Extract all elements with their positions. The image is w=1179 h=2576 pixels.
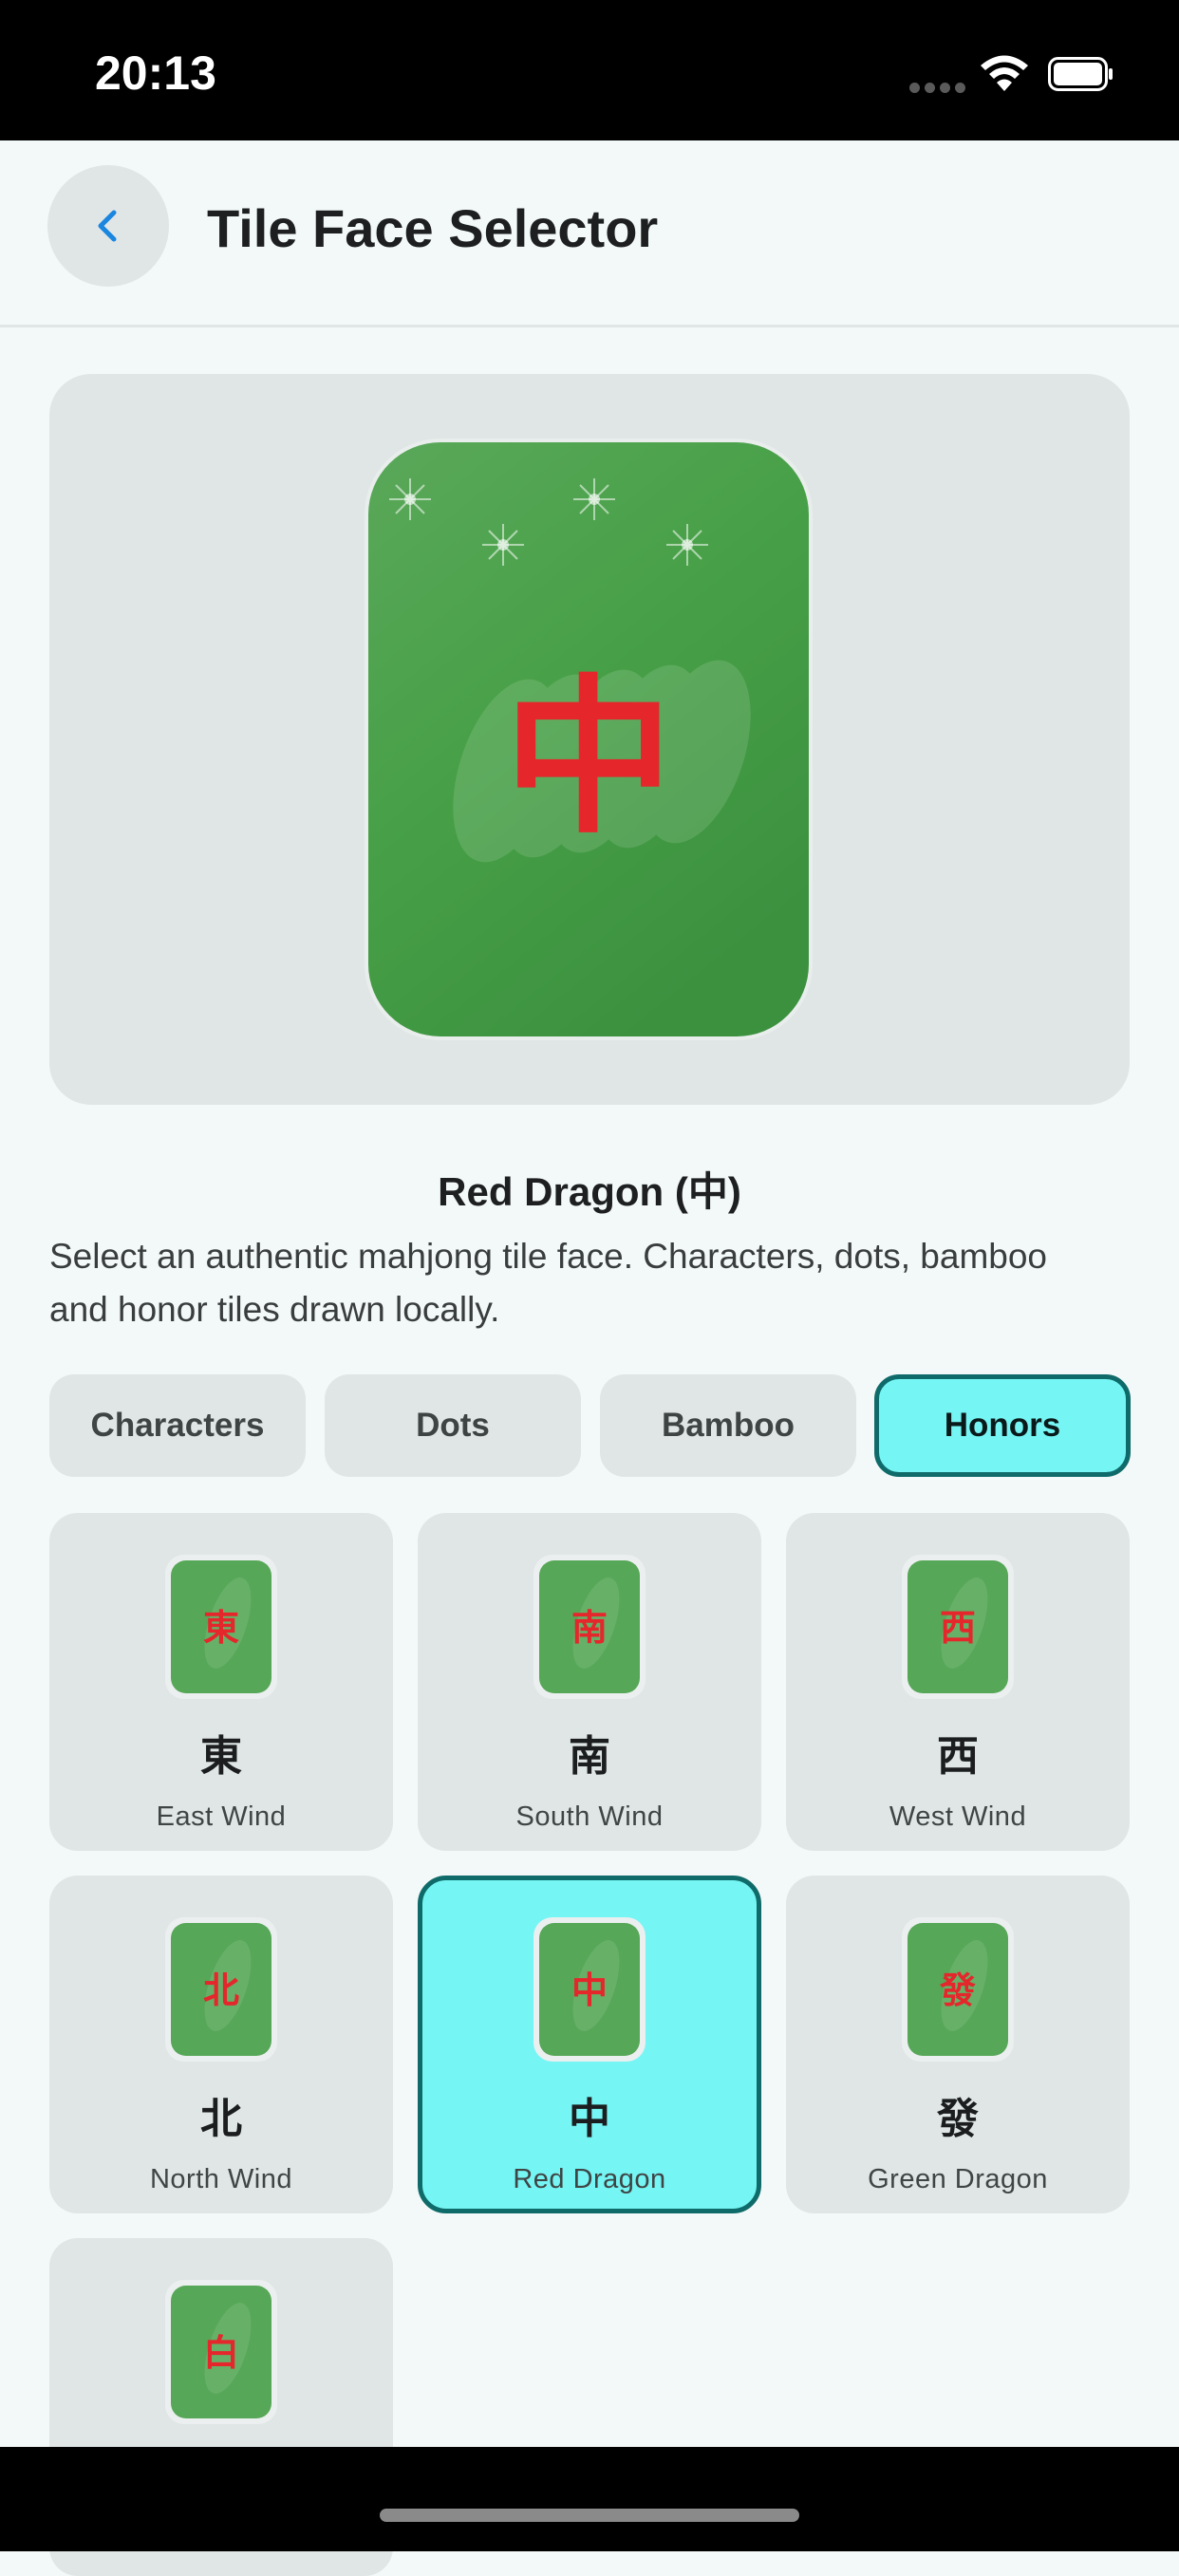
- svg-text:北: 北: [203, 1969, 239, 2011]
- tile-glyph: 北: [200, 2095, 242, 2143]
- tile-label: Green Dragon: [868, 2164, 1048, 2194]
- tile-card-south-wind[interactable]: 南 南 South Wind: [418, 1513, 761, 1851]
- page-title: Tile Face Selector: [207, 198, 659, 258]
- svg-text:南: 南: [571, 1607, 608, 1649]
- svg-text:東: 東: [203, 1607, 239, 1649]
- tile-thumbnail: 東: [165, 1555, 277, 1699]
- tile-label: Red Dragon: [513, 2164, 666, 2194]
- tile-preview: 中: [365, 439, 813, 1040]
- back-button[interactable]: [47, 165, 169, 287]
- cellular-signal-icon: [909, 81, 970, 98]
- tile-label: East Wind: [156, 1801, 287, 1832]
- category-tab-bamboo[interactable]: Bamboo: [600, 1374, 856, 1477]
- tile-card-green-dragon[interactable]: 發 發 Green Dragon: [786, 1876, 1130, 2213]
- tile-thumbnail: 西: [902, 1555, 1014, 1699]
- status-bar: 20:13: [0, 0, 1179, 140]
- tile-thumbnail: 北: [165, 1917, 277, 2062]
- tile-glyph: 西: [937, 1732, 979, 1781]
- svg-text:中: 中: [571, 1969, 608, 2011]
- tile-card-red-dragon[interactable]: 中 中 Red Dragon: [418, 1876, 761, 2213]
- svg-text:白: 白: [203, 2332, 239, 2374]
- category-tab-characters[interactable]: Characters: [49, 1374, 306, 1477]
- tile-card-west-wind[interactable]: 西 西 West Wind: [786, 1513, 1130, 1851]
- tile-thumbnail: 中: [533, 1917, 646, 2062]
- tile-glyph: 東: [200, 1732, 242, 1781]
- wifi-icon: [981, 55, 1028, 91]
- tile-label: West Wind: [889, 1801, 1027, 1832]
- home-indicator[interactable]: [380, 2509, 799, 2522]
- tile-thumbnail: 南: [533, 1555, 646, 1699]
- category-tab-dots[interactable]: Dots: [325, 1374, 581, 1477]
- preview-tile-glyph: 中: [504, 660, 673, 856]
- description-text: Select an authentic mahjong tile face. C…: [49, 1237, 1047, 1329]
- home-indicator-bar: [0, 2447, 1179, 2551]
- svg-text:發: 發: [939, 1969, 976, 2011]
- category-tab-honors[interactable]: Honors: [874, 1374, 1131, 1477]
- tile-card-east-wind[interactable]: 東 東 East Wind: [49, 1513, 393, 1851]
- status-time: 20:13: [95, 47, 216, 100]
- battery-icon: [1048, 57, 1113, 91]
- selected-tile-name: Red Dragon (中): [438, 1169, 741, 1214]
- tile-thumbnail: 白: [165, 2280, 277, 2424]
- tile-thumbnail: 發: [902, 1917, 1014, 2062]
- tile-glyph: 中: [569, 2095, 610, 2143]
- tile-card-north-wind[interactable]: 北 北 North Wind: [49, 1876, 393, 2213]
- tile-label: South Wind: [515, 1801, 664, 1832]
- tile-glyph: 發: [937, 2095, 979, 2143]
- svg-text:西: 西: [940, 1607, 976, 1649]
- tile-glyph: 南: [569, 1732, 610, 1781]
- tile-label: North Wind: [149, 2164, 293, 2194]
- chevron-left-icon: [98, 210, 117, 242]
